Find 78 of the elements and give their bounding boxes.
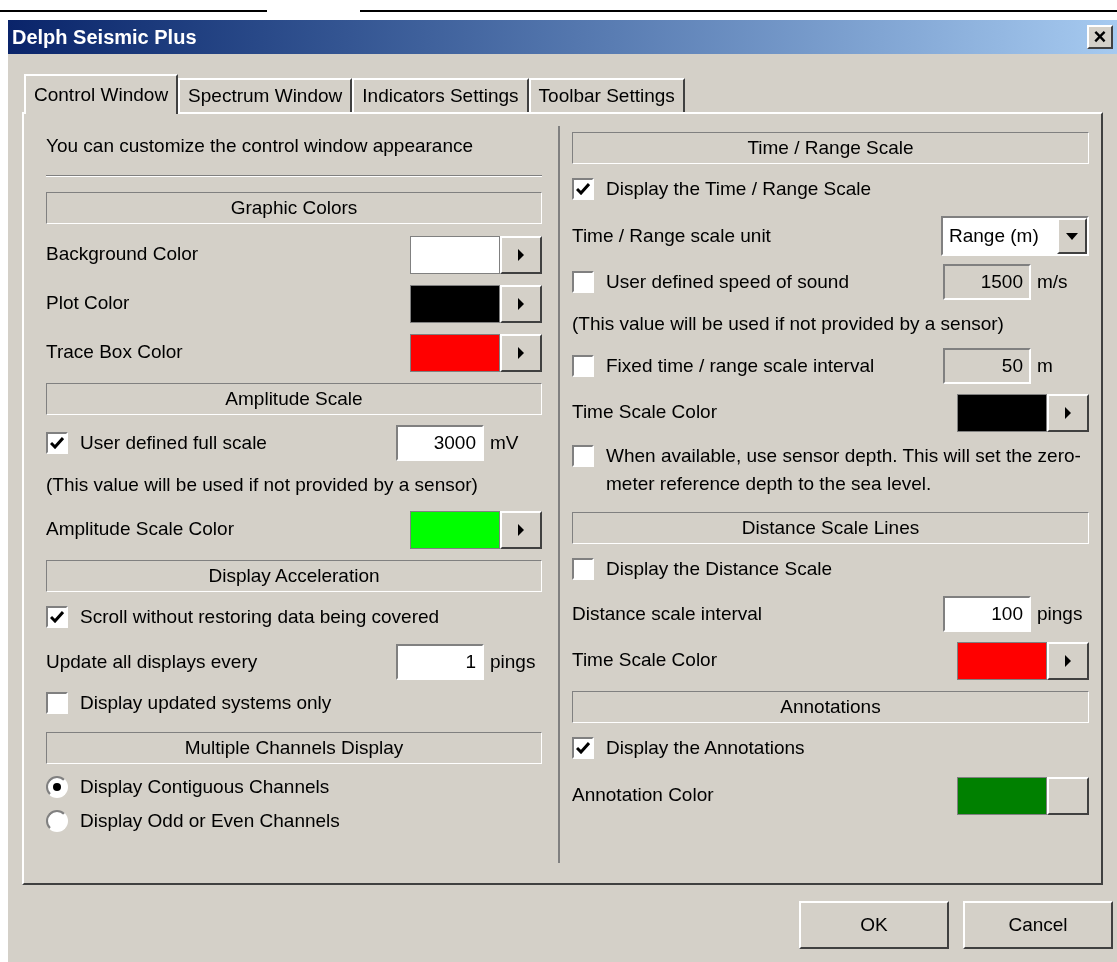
tab[interactable]: Toolbar Settings (528, 78, 685, 112)
checkbox[interactable] (572, 271, 594, 293)
checkbox-label: Scroll without restoring data being covered (80, 605, 440, 629)
field-label: Update all displays every (46, 649, 258, 674)
section-header: Display Acceleration (46, 560, 542, 592)
checkmark-icon (576, 183, 590, 195)
checkbox[interactable] (572, 355, 594, 377)
color-label: Time Scale Color (572, 648, 717, 673)
section-header: Distance Scale Lines (572, 512, 1089, 544)
checkbox[interactable] (572, 737, 594, 759)
tab[interactable]: Spectrum Window (178, 78, 353, 112)
checkbox-label: Display the Annotations (606, 736, 805, 760)
field-label: Fixed time / range scale interval (606, 353, 875, 378)
checkbox[interactable] (572, 178, 594, 200)
unit-label: pings (489, 649, 537, 674)
checkmark-icon (576, 742, 590, 754)
checkmark-icon (50, 437, 64, 449)
dialog-button[interactable]: Cancel (963, 901, 1113, 949)
dialog-button[interactable]: OK (799, 901, 949, 949)
section-header: Time / Range Scale (572, 132, 1089, 164)
checkbox[interactable] (572, 445, 594, 467)
section-header: Multiple Channels Display (46, 732, 542, 764)
number-field[interactable]: 1 (396, 644, 484, 680)
color-picker-button[interactable] (500, 510, 542, 549)
color-label: Time Scale Color (572, 400, 717, 425)
tab[interactable]: Indicators Settings (352, 78, 529, 112)
color-label: Plot Color (46, 291, 130, 316)
checkbox[interactable] (46, 606, 68, 628)
checkbox-label: Display the Distance Scale (606, 557, 832, 581)
section-header: Annotations (572, 691, 1089, 723)
color-label: Background Color (46, 242, 199, 267)
description-text: (This value will be used if not provided by a sensor) (572, 311, 1004, 336)
radio-button[interactable] (46, 810, 68, 832)
color-picker-button[interactable] (500, 235, 542, 274)
color-picker-button[interactable] (500, 333, 542, 372)
color-picker-button[interactable] (1047, 776, 1089, 815)
arrow-right-icon (517, 522, 525, 537)
checkbox-label: Display the Time / Range Scale (606, 177, 872, 201)
unit-label: m (1036, 353, 1054, 378)
checkbox[interactable] (572, 558, 594, 580)
arrow-right-icon (1064, 653, 1072, 668)
number-field[interactable]: 3000 (396, 425, 484, 461)
checkbox[interactable] (46, 692, 68, 714)
section-header: Amplitude Scale (46, 383, 542, 415)
checkbox-label: When available, use sensor depth. This will set the zero-meter reference depth to the sea level. (606, 444, 1082, 496)
select-label: Time / Range scale unit (572, 223, 771, 248)
unit-dropdown[interactable]: Range (m) (941, 216, 1089, 256)
field-label: User defined speed of sound (606, 269, 849, 294)
color-label: Annotation Color (572, 783, 714, 808)
radio-label: Display Odd or Even Channels (80, 808, 340, 833)
section-header: Graphic Colors (46, 192, 542, 224)
unit-label: mV (489, 430, 520, 455)
checkmark-icon (50, 611, 64, 623)
radio-label: Display Contiguous Channels (80, 774, 330, 799)
color-label: Trace Box Color (46, 340, 183, 365)
checkbox[interactable] (46, 432, 68, 454)
arrow-right-icon (517, 296, 525, 311)
unit-label: m/s (1036, 269, 1069, 294)
radio-button[interactable] (46, 776, 68, 798)
color-picker-button[interactable] (1047, 393, 1089, 432)
field-label: User defined full scale (80, 430, 267, 455)
tab[interactable]: Control Window (24, 74, 179, 114)
close-button[interactable]: × (1087, 25, 1113, 49)
arrow-right-icon (517, 345, 525, 360)
color-label: Amplitude Scale Color (46, 517, 234, 542)
unit-label: pings (1036, 601, 1084, 626)
color-picker-button[interactable] (1047, 641, 1089, 680)
color-picker-button[interactable] (500, 284, 542, 323)
field-label: Distance scale interval (572, 601, 763, 626)
arrow-right-icon (1064, 405, 1072, 420)
description-text: You can customize the control window appearance (46, 133, 474, 158)
number-field[interactable]: 100 (943, 596, 1031, 632)
window-title: Delph Seismic Plus (12, 25, 197, 50)
arrow-right-icon (517, 247, 525, 262)
number-field[interactable]: 1500 (943, 264, 1031, 300)
checkbox-label: Display updated systems only (80, 691, 332, 715)
number-field[interactable]: 50 (943, 348, 1031, 384)
description-text: (This value will be used if not provided by a sensor) (46, 472, 478, 497)
